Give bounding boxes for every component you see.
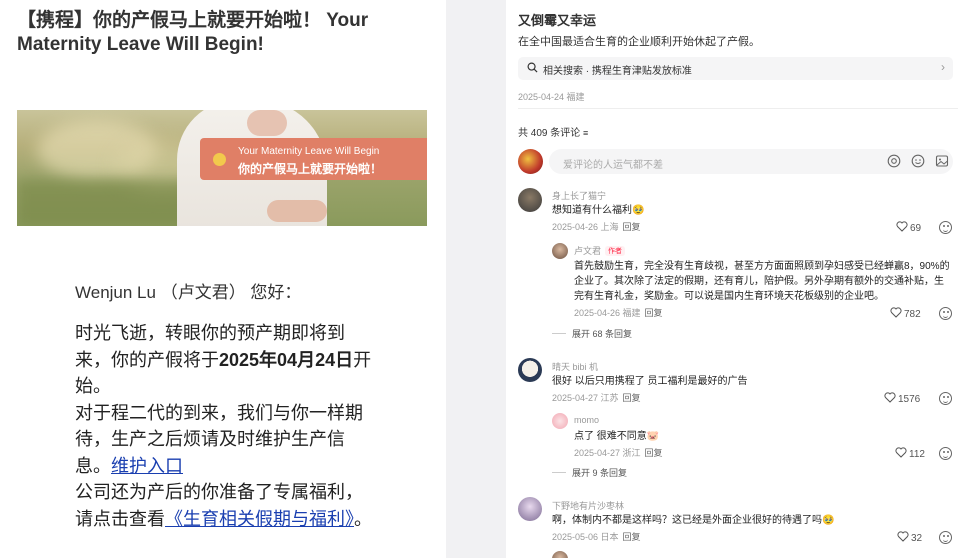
emoji-react-icon[interactable] <box>939 392 952 405</box>
emoji-react-icon[interactable] <box>939 531 952 544</box>
comment-author[interactable]: momo <box>574 415 599 425</box>
divider <box>446 0 506 558</box>
my-avatar[interactable] <box>518 149 543 174</box>
reply-button[interactable]: 回复 <box>623 222 641 232</box>
chevron-right-icon: › <box>941 60 945 74</box>
comment-text: 点了 很难不同意🐷 <box>574 431 660 442</box>
avatar[interactable] <box>552 551 568 558</box>
avatar[interactable] <box>552 413 568 429</box>
comment-meta: 2025-05-06 日本 回复 <box>552 532 641 542</box>
sort-icon: ≡ <box>583 128 589 138</box>
comment-meta: 2025-04-27 浙江 回复 <box>574 448 663 458</box>
like-button[interactable]: 112 <box>895 447 925 460</box>
email-title: 【携程】你的产假马上就要开始啦！ Your Maternity Leave Wi… <box>17 10 369 55</box>
emoji-icon[interactable] <box>911 154 925 168</box>
heart-icon <box>897 531 909 542</box>
email-panel: 【携程】你的产假马上就要开始啦！ Your Maternity Leave Wi… <box>0 0 446 558</box>
benefits-link[interactable]: 《生育相关假期与福利》 <box>165 509 354 529</box>
reply-button[interactable]: 回复 <box>623 393 641 403</box>
like-button[interactable]: 782 <box>890 307 921 320</box>
separator <box>518 108 958 109</box>
emoji-react-icon[interactable] <box>939 307 952 320</box>
leave-date: 2025年04月24日 <box>219 349 354 370</box>
email-body: 时光飞逝，转眼你的预产期即将到来，你的产假将于2025年04月24日开始。 对于… <box>75 320 375 532</box>
emoji-react-icon[interactable] <box>939 447 952 460</box>
banner-text-en: Your Maternity Leave Will Begin <box>238 146 380 157</box>
comment-author[interactable]: 卢文君 作者 <box>574 244 626 257</box>
maintain-link[interactable]: 维护入口 <box>111 456 183 476</box>
search-icon <box>527 62 538 73</box>
comment-text: 很好 以后只用携程了 员工福利是最好的广告 <box>552 376 748 387</box>
comment-count[interactable]: 共 409 条评论 ≡ <box>518 124 588 139</box>
expand-replies[interactable]: 展开 68 条回复 <box>552 327 632 340</box>
comment-placeholder: 爱评论的人运气都不差 <box>563 160 663 171</box>
like-button[interactable]: 32 <box>897 531 922 544</box>
comment-text: 想知道有什么福利🥹 <box>552 205 645 216</box>
reply-button[interactable]: 回复 <box>623 532 641 542</box>
post-panel: 又倒霉又幸运 在全中国最适合生育的企业顺利开始休起了产假。 相关搜索 · 携程生… <box>506 0 960 558</box>
comment-text: 啊，体制内不都是这样吗？这已经是外面企业很好的待遇了吗🥹 <box>552 515 835 526</box>
comment-author[interactable]: 下野地有片沙枣林 <box>552 499 624 512</box>
comment-meta: 2025-04-27 江苏 回复 <box>552 393 641 403</box>
avatar[interactable] <box>518 358 542 382</box>
like-button[interactable]: 69 <box>896 221 921 234</box>
greeting: Wenjun Lu （卢文君） 您好： <box>75 283 302 302</box>
comment-author[interactable]: 身上长了猫宁 <box>552 189 606 202</box>
post-title: 又倒霉又幸运 <box>518 13 597 28</box>
like-button[interactable]: 1576 <box>884 392 920 405</box>
comment-meta: 2025-04-26 上海 回复 <box>552 222 641 232</box>
comment-input[interactable]: 爱评论的人运气都不差 <box>549 149 953 174</box>
heart-icon <box>896 221 908 232</box>
expand-replies[interactable]: 展开 9 条回复 <box>552 466 627 479</box>
related-search-label: 相关搜索 · 携程生育津贴发放标准 <box>543 66 692 77</box>
post-body: 在全中国最适合生育的企业顺利开始休起了产假。 <box>518 36 760 48</box>
avatar[interactable] <box>552 243 568 259</box>
heart-icon <box>884 392 896 403</box>
banner-text-zh: 你的产假马上就要开始啦！ <box>238 162 383 176</box>
comment-author[interactable]: 晴天 bibi 机 <box>552 360 598 373</box>
reply-button[interactable]: 回复 <box>645 308 663 318</box>
related-search[interactable]: 相关搜索 · 携程生育津贴发放标准 › <box>518 57 953 80</box>
banner-dot-icon <box>213 153 226 166</box>
reply-button[interactable]: 回复 <box>645 448 663 458</box>
banner-image: Your Maternity Leave Will Begin 你的产假马上就要… <box>17 110 427 226</box>
author-badge: 作者 <box>605 246 626 256</box>
comment-meta: 2025-04-26 福建 回复 <box>574 308 663 318</box>
emoji-react-icon[interactable] <box>939 221 952 234</box>
para3-end: 。 <box>354 508 372 529</box>
heart-icon <box>895 447 907 458</box>
heart-icon <box>890 307 902 318</box>
image-icon[interactable] <box>935 154 949 168</box>
post-meta: 2025-04-24 福建 <box>518 92 585 102</box>
avatar[interactable] <box>518 497 542 521</box>
at-icon[interactable] <box>887 154 901 168</box>
comment-text: 首先鼓励生育，完全没有生育歧视，甚至方方面面照顾到孕妇感受已经蝉赢8，90%的企… <box>574 261 950 302</box>
avatar[interactable] <box>518 188 542 212</box>
